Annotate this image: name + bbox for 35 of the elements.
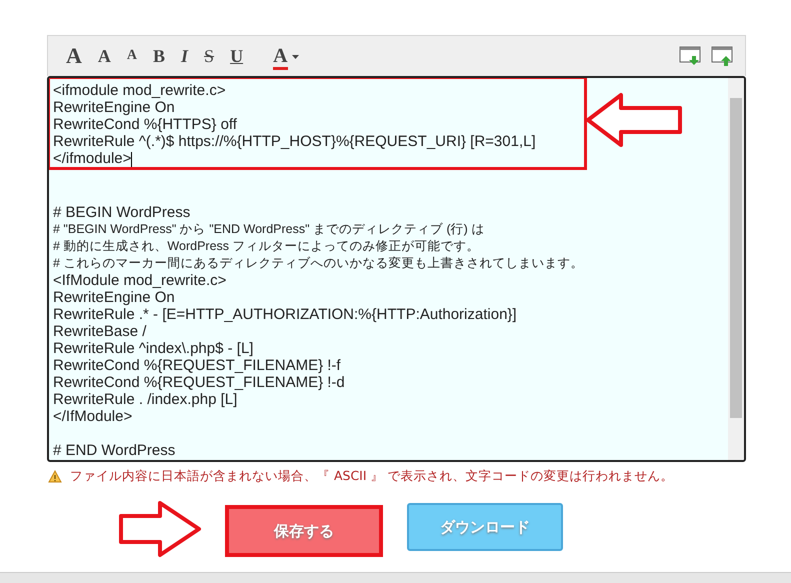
code-line: <IfModule mod_rewrite.c> <box>53 272 228 289</box>
code-line: RewriteEngine On <box>53 99 176 116</box>
left-arrow-icon <box>585 92 683 148</box>
code-line: RewriteRule ^(.*)$ https://%{HTTP_HOST}%{REQUEST_URI} [R=301,L] <box>53 133 537 150</box>
code-line: RewriteEngine On <box>53 289 176 306</box>
underline-button[interactable]: U <box>230 47 244 65</box>
code-line: # これらのマーカー間にあるディレクティブへのいかなる変更も上書きされてしまいます。 <box>53 255 584 272</box>
code-line: </ifmodule> <box>53 150 134 167</box>
code-line: RewriteRule . /index.php [L] <box>53 391 238 408</box>
code-line: RewriteRule ^index\.php$ - [L] <box>53 340 254 357</box>
code-line: RewriteRule .* - [E=HTTP_AUTHORIZATION:%{HTTP:Authorization}] <box>53 306 518 323</box>
code-line: # 動的に生成され、WordPress フィルターによってのみ修正が可能です。 <box>53 238 480 255</box>
scrollbar[interactable] <box>728 78 744 460</box>
bold-button[interactable]: B <box>153 47 166 65</box>
code-line: RewriteBase / <box>53 323 148 340</box>
code-line: </IfModule> <box>53 408 134 425</box>
italic-button[interactable]: I <box>181 47 188 65</box>
warning-text: ファイル内容に日本語が含まれない場合、『 ASCII 』 で表示され、文字コードの変更は行われません。 <box>70 467 674 485</box>
code-line: RewriteCond %{REQUEST_FILENAME} !-f <box>53 357 342 374</box>
code-line: # BEGIN WordPress <box>53 204 192 221</box>
code-line: <ifmodule mod_rewrite.c> <box>53 82 227 99</box>
upload-window-icon[interactable] <box>711 45 735 67</box>
caret-icon <box>292 55 299 60</box>
right-arrow-icon <box>118 500 202 558</box>
code-line: # END WordPress <box>53 442 176 459</box>
medium-font-button[interactable]: A <box>98 47 111 65</box>
large-font-button[interactable]: A <box>66 45 82 67</box>
warning-icon <box>48 470 62 483</box>
code-editor[interactable] <box>47 76 746 462</box>
small-font-button[interactable]: A <box>126 49 138 63</box>
code-line: RewriteCond %{REQUEST_FILENAME} !-d <box>53 374 346 391</box>
download-window-icon[interactable] <box>679 45 703 67</box>
strikethrough-button[interactable]: S <box>204 47 214 65</box>
code-line: # "BEGIN WordPress" から "END WordPress" までのディレクティブ (行) は <box>53 221 486 238</box>
code-line: RewriteCond %{HTTPS} off <box>53 116 238 133</box>
